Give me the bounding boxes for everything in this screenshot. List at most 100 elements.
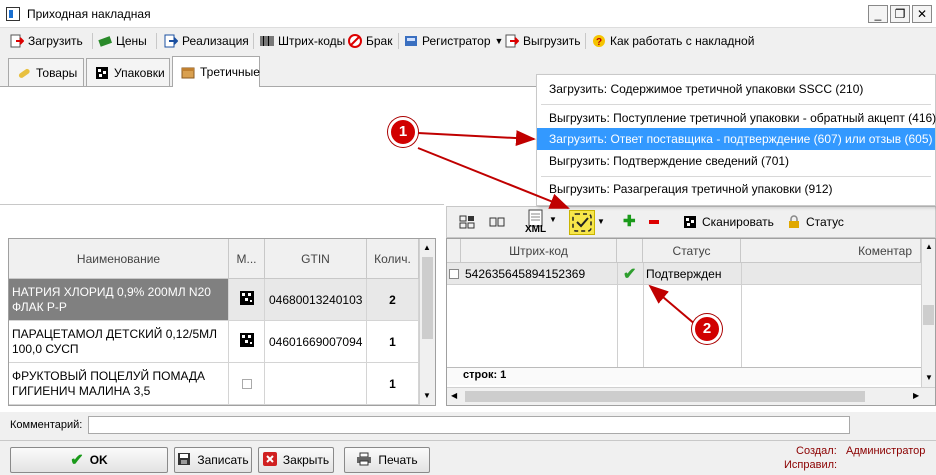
table-row-name[interactable]: ПАРАЦЕТАМОЛ ДЕТСКИЙ 0,12/5МЛ 100,0 СУСП bbox=[9, 321, 229, 363]
xml-label: XML bbox=[525, 224, 547, 235]
column-header-select bbox=[447, 239, 461, 263]
remove-icon[interactable] bbox=[649, 220, 659, 224]
tab-goods[interactable]: Товары bbox=[8, 58, 84, 86]
collapse-icon[interactable] bbox=[489, 215, 505, 232]
prices-button[interactable]: Цены bbox=[98, 32, 147, 50]
left-grid-scrollbar[interactable]: ▲ ▼ bbox=[419, 239, 435, 405]
column-header-gtin[interactable]: GTIN bbox=[265, 239, 367, 279]
check-icon: ✔ bbox=[623, 266, 637, 283]
menu-item-load-607-605[interactable]: Загрузить: Ответ поставщика - подтвержде… bbox=[537, 128, 935, 150]
created-value: Администратор bbox=[846, 445, 926, 457]
add-icon[interactable]: ✚ bbox=[623, 214, 636, 229]
app-icon bbox=[6, 7, 20, 21]
column-header-status[interactable]: Статус bbox=[643, 239, 741, 263]
right-grid-hscroll[interactable]: ◀ ▶ bbox=[447, 387, 935, 405]
help-button[interactable]: ? Как работать с накладной bbox=[592, 32, 754, 50]
table-row-qty[interactable]: 1 bbox=[367, 321, 419, 363]
column-header-name[interactable]: Наименование bbox=[9, 239, 229, 279]
status-cell[interactable]: Подтвержден bbox=[646, 267, 721, 281]
column-header-comment[interactable]: Коментар bbox=[741, 239, 921, 263]
toolbar-divider bbox=[92, 33, 93, 49]
xml-menu[interactable]: XML ▼ bbox=[523, 209, 557, 237]
close-button[interactable]: Закрыть bbox=[258, 447, 334, 473]
scan-label: Сканировать bbox=[702, 215, 774, 229]
datamatrix-icon bbox=[683, 215, 697, 229]
menu-item-load-210[interactable]: Загрузить: Содержимое третичной упаковки… bbox=[537, 78, 935, 100]
help-label: Как работать с накладной bbox=[610, 34, 755, 48]
bottom-bar: ✔ OK Записать Закрыть Печать Создал: Адм… bbox=[0, 440, 936, 475]
chevron-down-icon: ▼ bbox=[494, 36, 504, 46]
scroll-up-icon[interactable]: ▲ bbox=[925, 242, 933, 251]
expand-icon[interactable] bbox=[459, 215, 475, 232]
mark-cell bbox=[229, 321, 265, 363]
defect-button[interactable]: Брак bbox=[348, 32, 392, 50]
menu-separator bbox=[541, 176, 931, 177]
print-button[interactable]: Печать bbox=[344, 447, 430, 473]
right-grid-vscroll[interactable]: ▲ ▼ bbox=[921, 239, 935, 387]
row-checkbox[interactable] bbox=[449, 269, 459, 279]
comment-row: Комментарий: bbox=[0, 412, 936, 438]
annotation-badge-2: 2 bbox=[692, 314, 722, 344]
box-icon bbox=[181, 65, 195, 79]
status-button[interactable]: Статус bbox=[787, 215, 844, 229]
sale-button[interactable]: Реализация bbox=[164, 32, 249, 50]
money-icon bbox=[98, 34, 113, 48]
barcodes-label: Штрих-коды bbox=[278, 34, 346, 48]
scrollbar-thumb[interactable] bbox=[422, 257, 433, 339]
comment-input[interactable] bbox=[88, 416, 850, 434]
tab-tertiary[interactable]: Третичные bbox=[172, 56, 260, 87]
scan-button[interactable]: Сканировать bbox=[683, 215, 774, 229]
table-row-gtin[interactable]: 04601669007094 bbox=[265, 321, 367, 363]
confirm-tool-button[interactable] bbox=[569, 210, 595, 235]
unload-icon bbox=[505, 34, 520, 48]
scroll-up-icon[interactable]: ▲ bbox=[423, 243, 431, 252]
prices-label: Цены bbox=[116, 34, 147, 48]
toolbar-divider bbox=[398, 33, 399, 49]
load-button[interactable]: Загрузить bbox=[10, 32, 83, 50]
question-icon: ? bbox=[592, 34, 606, 48]
close-window-button[interactable]: ✕ bbox=[912, 5, 932, 23]
column-header-barcode[interactable]: Штрих-код bbox=[461, 239, 617, 263]
unload-button[interactable]: Выгрузить bbox=[505, 32, 581, 50]
scrollbar-thumb[interactable] bbox=[923, 305, 934, 325]
table-row-gtin[interactable]: 04680013240103 bbox=[265, 279, 367, 321]
svg-text:?: ? bbox=[596, 37, 602, 48]
scroll-right-icon[interactable]: ▶ bbox=[913, 391, 919, 400]
column-header-qty[interactable]: Колич. bbox=[367, 239, 419, 279]
menu-item-unload-912[interactable]: Выгрузить: Разагрегация третичной упаков… bbox=[537, 178, 935, 200]
restore-button[interactable]: ❐ bbox=[890, 5, 910, 23]
window-title: Приходная накладная bbox=[27, 7, 151, 21]
table-row-name[interactable]: НАТРИЯ ХЛОРИД 0,9% 200МЛ N20 ФЛАК Р-Р bbox=[9, 279, 229, 321]
table-row-gtin[interactable] bbox=[265, 363, 367, 405]
barcodes-button[interactable]: Штрих-коды bbox=[260, 32, 345, 50]
column-header-check[interactable] bbox=[617, 239, 643, 263]
menu-item-unload-701[interactable]: Выгрузить: Подтверждение сведений (701) bbox=[537, 150, 935, 172]
device-icon bbox=[404, 34, 418, 48]
table-row-qty[interactable]: 1 bbox=[367, 363, 419, 405]
registrator-menu[interactable]: Регистратор ▼ bbox=[404, 32, 503, 50]
menu-separator bbox=[541, 104, 931, 105]
minimize-button[interactable]: _ bbox=[868, 5, 888, 23]
checkbox[interactable] bbox=[241, 378, 252, 389]
save-button[interactable]: Записать bbox=[174, 447, 252, 473]
ok-label: OK bbox=[89, 453, 108, 467]
table-row-qty[interactable]: 2 bbox=[367, 279, 419, 321]
load-icon bbox=[10, 34, 25, 48]
table-row-name[interactable]: ФРУКТОВЫЙ ПОЦЕЛУЙ ПОМАДА ГИГИЕНИЧ МАЛИНА… bbox=[9, 363, 229, 405]
chevron-down-icon[interactable]: ▼ bbox=[597, 217, 605, 226]
barcode-cell[interactable]: 542635645894152369 bbox=[465, 267, 585, 281]
column-header-mark[interactable]: М... bbox=[229, 239, 265, 279]
menu-item-unload-416[interactable]: Выгрузить: Поступление третичной упаковк… bbox=[537, 107, 936, 129]
scroll-down-icon[interactable]: ▼ bbox=[423, 391, 431, 400]
edited-label: Исправил: bbox=[784, 459, 838, 471]
toolbar-divider bbox=[585, 33, 586, 49]
barcode-grid: Штрих-код Статус Коментар 54263564589415… bbox=[446, 238, 936, 406]
ok-button[interactable]: ✔ OK bbox=[10, 447, 168, 473]
load-label: Загрузить bbox=[28, 34, 83, 48]
scroll-left-icon[interactable]: ◀ bbox=[451, 391, 457, 400]
title-bar: Приходная накладная _ ❐ ✕ bbox=[0, 0, 936, 28]
scrollbar-thumb[interactable] bbox=[465, 391, 865, 402]
tab-packages[interactable]: Упаковки bbox=[86, 58, 170, 86]
scroll-down-icon[interactable]: ▼ bbox=[925, 373, 933, 382]
status-label: Статус bbox=[806, 215, 844, 229]
